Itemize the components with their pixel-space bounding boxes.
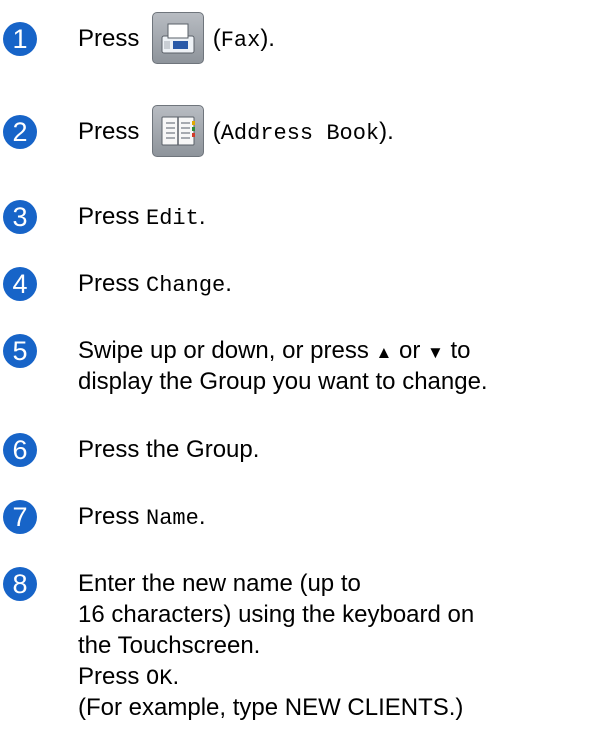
ok-key: OK	[146, 666, 173, 691]
press-label: Press	[78, 503, 140, 530]
press-label: Press	[78, 663, 140, 690]
step-text: Press the Group.	[78, 436, 260, 463]
step-number: 8	[3, 567, 37, 601]
step-number: 6	[3, 433, 37, 467]
step-number: 3	[3, 200, 37, 234]
fax-icon[interactable]	[152, 11, 205, 64]
edit-key: Edit	[146, 206, 199, 231]
step-line: Swipe up or down, or press ▲ or ▼ to	[78, 337, 471, 364]
address-book-key: Address Book	[220, 121, 380, 146]
step-text: Press Change.	[78, 270, 232, 298]
press-label: Press	[78, 203, 140, 230]
press-label: Press	[78, 270, 140, 297]
step-line: (For example, type NEW CLIENTS.)	[78, 694, 464, 721]
change-key: Change	[146, 273, 226, 298]
name-key: Name	[146, 506, 199, 531]
step-text: Press Name.	[78, 503, 206, 531]
address-book-icon[interactable]	[152, 104, 205, 157]
step-number: 4	[3, 267, 37, 301]
up-arrow-icon: ▲	[375, 343, 393, 362]
step-line: Enter the new name (up to	[78, 570, 361, 597]
step-number: 1	[3, 22, 37, 56]
step-line: the Touchscreen.	[78, 632, 261, 659]
step-text: Press Edit.	[78, 203, 206, 231]
down-arrow-icon: ▼	[427, 343, 444, 362]
step-text: Swipe up or down, or press ▲ or ▼ to dis…	[78, 335, 488, 397]
step-line: display the Group you want to change.	[78, 368, 488, 395]
step-text: Enter the new name (up to 16 characters)…	[78, 568, 474, 723]
step-line: 16 characters) using the keyboard on	[78, 601, 475, 628]
fax-key: Fax	[220, 28, 261, 53]
press-label: Press	[78, 25, 140, 52]
step-line: Press OK.	[78, 663, 180, 691]
step-number: 7	[3, 500, 37, 534]
press-label: Press	[78, 118, 140, 145]
step-number: 2	[3, 115, 37, 149]
step-number: 5	[3, 334, 37, 368]
step-text: Press (Address Book).	[78, 104, 394, 157]
step-text: Press (Fax).	[78, 11, 275, 64]
